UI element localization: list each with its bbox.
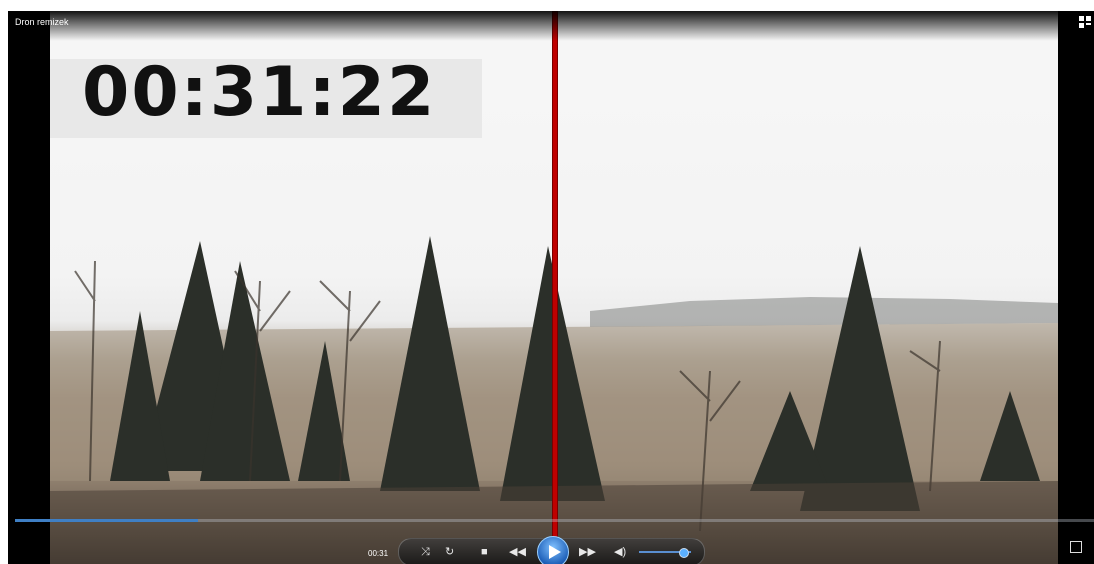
video-frame[interactable]: 00:31:22: [50, 11, 1058, 564]
rewind-icon[interactable]: ◀◀: [509, 545, 526, 559]
seek-bar[interactable]: [15, 519, 1094, 522]
repeat-icon[interactable]: ↻: [445, 545, 454, 559]
volume-knob[interactable]: [679, 548, 690, 558]
window-title: Dron remizek: [15, 17, 69, 27]
seek-progress: [15, 519, 199, 522]
timestamp-overlay: 00:31:22: [50, 53, 482, 138]
timestamp-text: 00:31:22: [82, 53, 437, 132]
fast-forward-icon[interactable]: ▶▶: [579, 545, 596, 559]
switch-to-now-playing-icon[interactable]: [1070, 541, 1082, 553]
shuffle-icon[interactable]: ⤨: [421, 545, 430, 559]
split-divider-line: [552, 11, 558, 564]
speaker-icon[interactable]: ◀): [614, 545, 626, 559]
stop-icon[interactable]: ■: [481, 545, 488, 559]
title-bar: Dron remizek: [8, 11, 1094, 41]
playback-controls: ⤨ ↻ ■ ◀◀ ▶▶ ◀): [398, 536, 705, 564]
elapsed-time: 00:31: [368, 549, 389, 558]
volume-slider[interactable]: [639, 548, 691, 558]
video-player[interactable]: 00:31:22 Dron remizek 00:31 ⤨ ↻ ■ ◀◀ ▶▶ …: [8, 11, 1094, 564]
switch-to-library-icon[interactable]: [1078, 15, 1092, 29]
play-button[interactable]: [537, 536, 569, 564]
